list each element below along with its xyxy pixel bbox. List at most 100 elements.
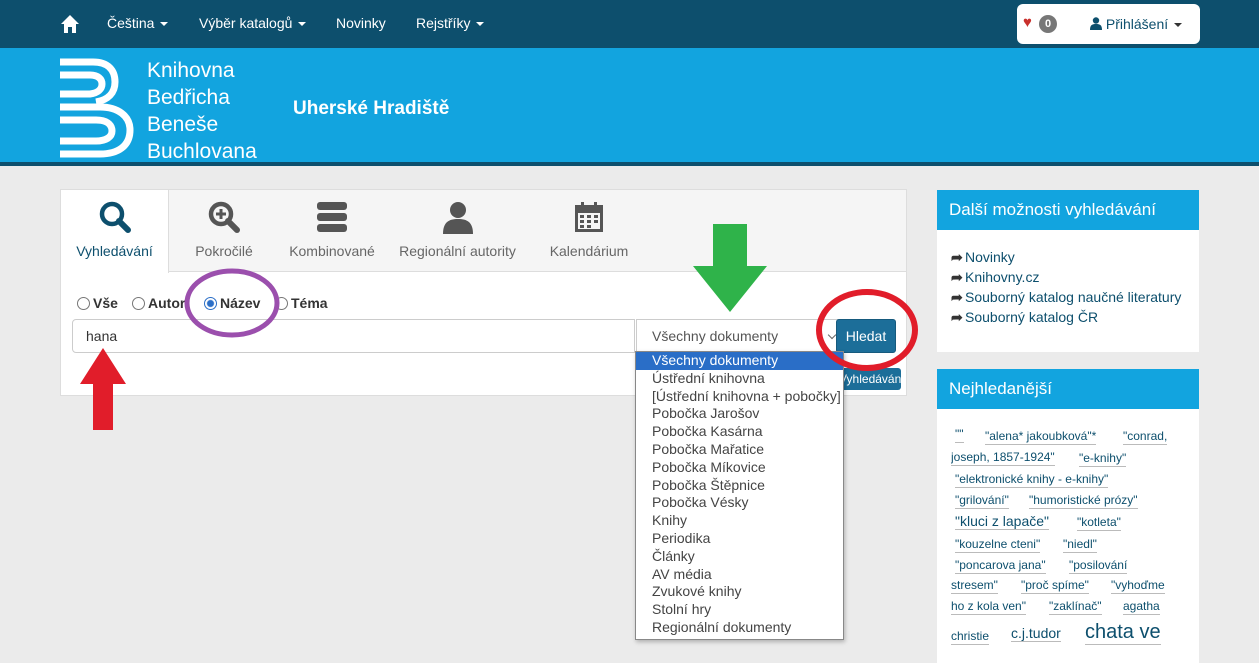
dropdown-option[interactable]: Pobočka Vésky <box>636 494 843 512</box>
dropdown-option[interactable]: Regionální dokumenty <box>636 619 843 637</box>
tag-link[interactable]: "niedl" <box>1063 536 1097 553</box>
tag-link[interactable]: "e-knihy" <box>1079 450 1127 467</box>
purple-circle-annotation <box>184 268 280 338</box>
tag-cloud: "" "alena* jakoubková"* "conrad, joseph,… <box>951 426 1191 656</box>
dropdown-option[interactable]: Pobočka Kasárna <box>636 423 843 441</box>
dropdown-option[interactable]: Stolní hry <box>636 601 843 619</box>
dropdown-option[interactable]: AV média <box>636 566 843 584</box>
more-link-label: Novinky <box>965 249 1015 265</box>
tab-calendar[interactable]: Kalendárium <box>530 190 648 272</box>
tag-link[interactable]: stresem" <box>951 577 998 594</box>
dropdown-option[interactable]: Pobočka Mařatice <box>636 441 843 459</box>
city-title: Uherské Hradiště <box>293 98 450 119</box>
more-link-label: Knihovny.cz <box>965 269 1040 285</box>
tag-link[interactable]: "humoristické prózy" <box>1029 492 1138 509</box>
tag-link[interactable]: c.j.tudor <box>1011 625 1061 642</box>
user-box: ♥ 0 Přihlášení <box>1017 4 1200 44</box>
tag-link[interactable]: "zaklínač" <box>1049 598 1102 615</box>
more-link[interactable]: ➦ Novinky <box>951 247 1199 267</box>
dropdown-option[interactable]: Pobočka Jarošov <box>636 405 843 423</box>
most-searched-title: Nejhledanější <box>937 369 1199 409</box>
tab-advanced[interactable]: Pokročilé <box>169 190 279 272</box>
caret-down-icon <box>160 22 169 27</box>
dropdown-option[interactable]: Knihy <box>636 512 843 530</box>
search-input[interactable]: hana <box>72 319 635 353</box>
tab-regional-authorities[interactable]: Regionální autority <box>385 190 530 272</box>
more-link-label: Souborný katalog naučné literatury <box>965 289 1182 305</box>
tab-advanced-label: Pokročilé <box>195 243 253 259</box>
tag-link[interactable]: "poncarova jana" <box>955 557 1046 574</box>
document-type-dropdown: Všechny dokumenty Ústřední knihovna [Úst… <box>635 351 844 640</box>
document-type-value: Všechny dokumenty <box>652 328 779 344</box>
tab-search-label: Vyhledávání <box>76 243 153 259</box>
search-tabs: Vyhledávání Pokročilé Kombinované Region… <box>61 190 906 273</box>
radio-all-label: Vše <box>93 295 118 311</box>
nav-catalogs[interactable]: Výběr katalogů <box>199 15 307 31</box>
red-up-arrow-annotation <box>80 348 126 430</box>
nav-indexes-label: Rejstříky <box>416 15 471 31</box>
most-searched-panel: Nejhledanější "" "alena* jakoubková"* "c… <box>937 369 1199 663</box>
caret-down-icon <box>476 22 485 27</box>
radio-topic[interactable]: Téma <box>275 295 328 311</box>
share-arrow-icon: ➦ <box>951 269 963 285</box>
tag-link[interactable]: ho z kola ven" <box>951 598 1026 615</box>
tag-link[interactable]: "posilování <box>1069 557 1128 574</box>
tag-link[interactable]: chata ve <box>1085 620 1161 645</box>
tag-link[interactable]: "grilování" <box>955 492 1009 509</box>
nav-indexes[interactable]: Rejstříky <box>416 15 485 31</box>
dropdown-option[interactable]: [Ústřední knihovna + pobočky] <box>636 388 843 406</box>
more-link[interactable]: ➦ Souborný katalog naučné literatury <box>951 287 1199 307</box>
radio-author[interactable]: Autor <box>132 295 185 311</box>
dropdown-option[interactable]: Ústřední knihovna <box>636 370 843 388</box>
tag-link[interactable]: "elektronické knihy - e-knihy" <box>955 471 1109 488</box>
share-arrow-icon: ➦ <box>951 289 963 305</box>
tag-link[interactable]: agatha <box>1123 598 1160 615</box>
radio-topic-label: Téma <box>291 295 328 311</box>
tag-link[interactable]: "proč spíme" <box>1021 577 1089 594</box>
green-down-arrow-annotation <box>693 224 767 312</box>
share-arrow-icon: ➦ <box>951 249 963 265</box>
tag-link[interactable]: "kotleta" <box>1077 514 1121 531</box>
dropdown-option[interactable]: Zvukové knihy <box>636 583 843 601</box>
tag-link[interactable]: "" <box>955 426 964 443</box>
dropdown-option[interactable]: Články <box>636 548 843 566</box>
tag-link[interactable]: "conrad, <box>1123 428 1168 445</box>
library-name-line: Beneše <box>147 113 219 136</box>
dropdown-option[interactable]: Periodika <box>636 530 843 548</box>
nav-catalogs-label: Výběr katalogů <box>199 15 293 31</box>
share-arrow-icon: ➦ <box>951 309 963 325</box>
caret-down-icon <box>298 22 307 27</box>
tag-link[interactable]: "kouzelne cteni" <box>955 536 1041 553</box>
home-icon[interactable] <box>60 14 80 34</box>
library-name: Knihovna Bedřicha Beneše Buchlovana <box>147 57 257 165</box>
tag-link[interactable]: "kluci z lapače" <box>955 513 1049 530</box>
nav-news-label: Novinky <box>336 15 386 31</box>
dropdown-option[interactable]: Pobočka Míkovice <box>636 459 843 477</box>
tag-link[interactable]: "alena* jakoubková"* <box>985 428 1097 445</box>
library-name-line: Buchlovana <box>147 140 257 163</box>
library-name-line: Knihovna <box>147 59 235 82</box>
more-link[interactable]: ➦ Souborný katalog ČR <box>951 307 1199 327</box>
tab-search[interactable]: Vyhledávání <box>61 190 169 273</box>
dropdown-option[interactable]: Pobočka Štěpnice <box>636 477 843 495</box>
login-label: Přihlášení <box>1105 16 1169 32</box>
document-type-select[interactable]: Všechny dokumenty <box>636 319 844 353</box>
login-button[interactable]: Přihlášení <box>1090 16 1183 32</box>
tag-link[interactable]: christie <box>951 628 990 645</box>
radio-all[interactable]: Vše <box>77 295 118 311</box>
nav-news[interactable]: Novinky <box>336 15 386 31</box>
red-circle-annotation <box>816 289 918 371</box>
tab-combined[interactable]: Kombinované <box>279 190 385 272</box>
radio-circle <box>77 297 90 310</box>
dropdown-option[interactable]: Všechny dokumenty <box>636 352 843 370</box>
person-icon <box>442 202 473 234</box>
tag-link[interactable]: joseph, 1857-1924" <box>951 449 1055 466</box>
calendar-icon <box>575 202 603 232</box>
radio-author-label: Autor <box>148 295 185 311</box>
nav-language[interactable]: Čeština <box>107 15 169 31</box>
tab-combined-label: Kombinované <box>289 243 375 259</box>
heart-icon[interactable]: ♥ <box>1023 14 1032 31</box>
tag-link[interactable]: "vyhoďme <box>1111 577 1165 594</box>
more-link[interactable]: ➦ Knihovny.cz <box>951 267 1199 287</box>
library-logo[interactable] <box>60 58 135 158</box>
